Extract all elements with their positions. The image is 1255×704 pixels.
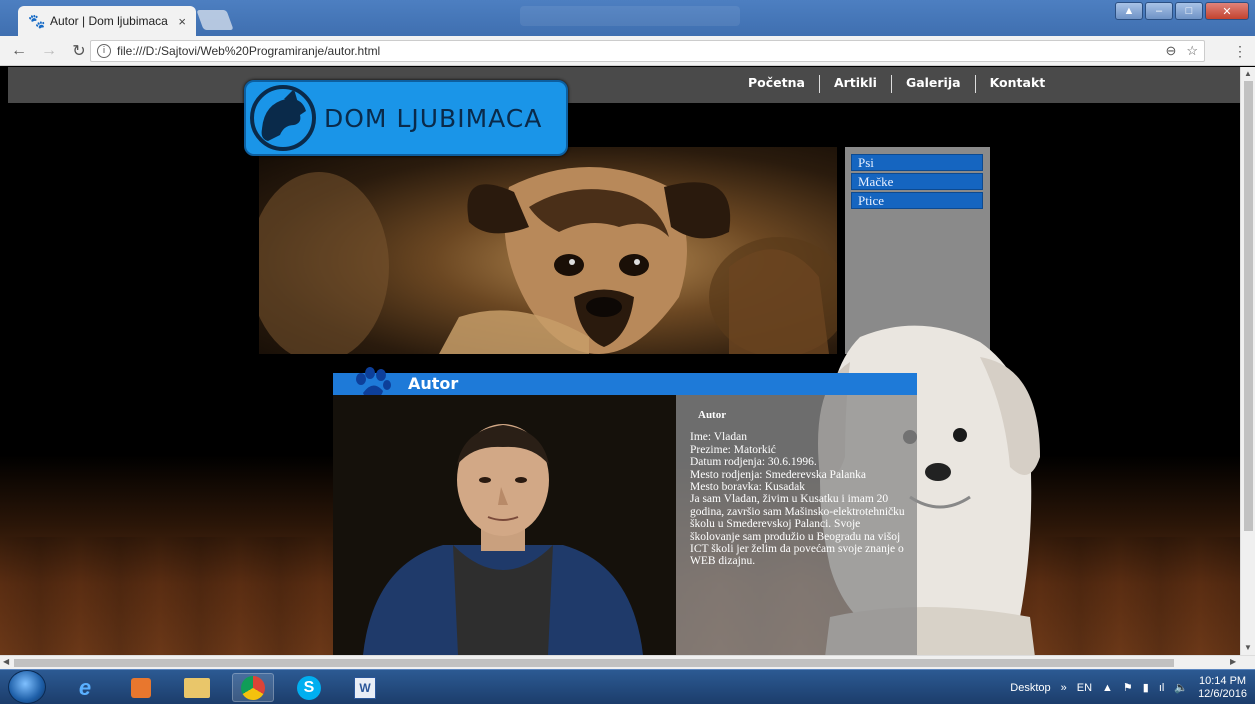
show-hidden-icons-icon[interactable]: ▲ <box>1102 682 1113 694</box>
titlebar-glow <box>520 6 740 26</box>
language-indicator[interactable]: EN <box>1077 682 1092 694</box>
desktop-toolbar-label[interactable]: Desktop <box>1010 682 1050 694</box>
paw-favicon-icon: 🐾 <box>28 13 46 29</box>
info-surname: Prezime: Matorkić <box>690 443 776 456</box>
url-text: file:///D:/Sajtovi/Web%20Programiranje/a… <box>117 44 381 58</box>
author-photo <box>333 395 676 655</box>
dog-banner-illustration <box>259 167 837 354</box>
clock-time: 10:14 PM <box>1198 674 1247 687</box>
panel-title: Autor <box>408 374 459 393</box>
horizontal-scroll-thumb[interactable] <box>14 659 1174 667</box>
browser-titlebar: 🐾 Autor | Dom ljubimaca × ▲ – □ ✕ <box>0 0 1255 36</box>
chrome-icon[interactable] <box>232 673 274 702</box>
internet-explorer-icon[interactable]: e <box>64 673 106 702</box>
scroll-left-icon[interactable]: ◀ <box>3 657 9 666</box>
info-heading: Autor <box>698 409 727 421</box>
info-birthplace: Mesto rodjenja: Smederevska Palanka <box>690 468 866 481</box>
site-logo[interactable]: DOM LJUBIMACA <box>244 80 568 156</box>
maximize-button[interactable]: □ <box>1175 2 1203 20</box>
system-tray: Desktop » EN ▲ ⚑ ▮ ıl 🔈 10:14 PM 12/6/20… <box>1010 670 1247 704</box>
volume-icon[interactable]: 🔈 <box>1174 681 1188 694</box>
nav-item-artikli[interactable]: Artikli <box>818 75 891 93</box>
user-icon[interactable]: ▲ <box>1115 2 1143 20</box>
close-window-button[interactable]: ✕ <box>1205 2 1249 20</box>
category-item-ptice[interactable]: Ptice <box>851 192 983 209</box>
zoom-icon[interactable]: ⊖ <box>1165 43 1176 59</box>
scroll-down-icon[interactable]: ▼ <box>1244 643 1252 652</box>
omnibox-actions: ⊖ ☆ <box>1165 43 1198 59</box>
window-controls: ▲ – □ ✕ <box>1115 2 1249 20</box>
nav-item-kontakt[interactable]: Kontakt <box>974 75 1060 93</box>
address-bar[interactable]: i file:///D:/Sajtovi/Web%20Programiranje… <box>90 40 1205 62</box>
reload-icon[interactable]: ↻ <box>68 41 90 61</box>
info-residence: Mesto boravka: Kusadak <box>690 481 805 494</box>
clock[interactable]: 10:14 PM 12/6/2016 <box>1198 675 1247 701</box>
star-icon[interactable]: ☆ <box>1186 43 1198 59</box>
word-icon[interactable]: W <box>344 673 386 702</box>
battery-icon[interactable]: ▮ <box>1143 681 1149 694</box>
scroll-right-icon[interactable]: ▶ <box>1230 657 1236 666</box>
site-navbar: Početna Artikli Galerija Kontakt <box>8 67 1240 103</box>
screen: 🐾 Autor | Dom ljubimaca × ▲ – □ ✕ ← → ↻ … <box>0 0 1255 704</box>
media-player-icon[interactable] <box>120 673 162 702</box>
author-panel-header: Autor <box>333 367 917 398</box>
action-center-flag-icon[interactable]: ⚑ <box>1123 681 1133 694</box>
toolbar-chevron-icon[interactable]: » <box>1061 682 1067 694</box>
horizontal-scrollbar[interactable]: ◀ ▶ <box>0 655 1255 669</box>
banner-image <box>259 147 837 354</box>
start-button[interactable] <box>8 670 46 704</box>
nav-item-galerija[interactable]: Galerija <box>890 75 975 93</box>
browser-toolbar: ← → ↻ i file:///D:/Sajtovi/Web%20Program… <box>0 36 1255 66</box>
windows-taskbar: e S W Desktop » EN ▲ ⚑ ▮ ıl 🔈 10:14 PM 1… <box>0 669 1255 704</box>
tab-close-icon[interactable]: × <box>178 14 186 29</box>
category-item-macke[interactable]: Mačke <box>851 173 983 190</box>
clock-date: 12/6/2016 <box>1198 687 1247 700</box>
network-signal-icon[interactable]: ıl <box>1159 682 1165 694</box>
logo-text: DOM LJUBIMACA <box>324 103 543 133</box>
vertical-scrollbar[interactable]: ▲ ▼ <box>1240 67 1255 655</box>
page-viewport: Početna Artikli Galerija Kontakt Psi Mač… <box>0 67 1240 655</box>
nav-menu: Početna Artikli Galerija Kontakt <box>748 75 1059 93</box>
minimize-button[interactable]: – <box>1145 2 1173 20</box>
forward-arrow-icon[interactable]: → <box>38 42 60 60</box>
info-name: Ime: Vladan <box>690 431 747 444</box>
info-birthdate: Datum rodjenja: 30.6.1996. <box>690 456 817 469</box>
info-bio: Ja sam Vladan, živim u Kusatku i imam 20… <box>690 493 905 568</box>
skype-icon[interactable]: S <box>288 673 330 702</box>
info-icon[interactable]: i <box>97 44 111 58</box>
category-item-psi[interactable]: Psi <box>851 154 983 171</box>
nav-item-pocetna[interactable]: Početna <box>748 75 819 93</box>
scroll-up-icon[interactable]: ▲ <box>1244 69 1252 78</box>
new-tab-button[interactable] <box>196 10 234 30</box>
tab-title: Autor | Dom ljubimaca <box>50 14 168 28</box>
back-arrow-icon[interactable]: ← <box>8 42 30 60</box>
menu-dots-icon[interactable]: ⋮ <box>1233 43 1247 60</box>
author-info-box: Autor Ime: Vladan Prezime: Matorkić Datu… <box>676 395 917 655</box>
dog-head-logo-icon <box>250 85 316 151</box>
browser-tab[interactable]: 🐾 Autor | Dom ljubimaca × <box>18 6 196 36</box>
vertical-scroll-thumb[interactable] <box>1244 81 1253 531</box>
file-explorer-icon[interactable] <box>176 673 218 702</box>
